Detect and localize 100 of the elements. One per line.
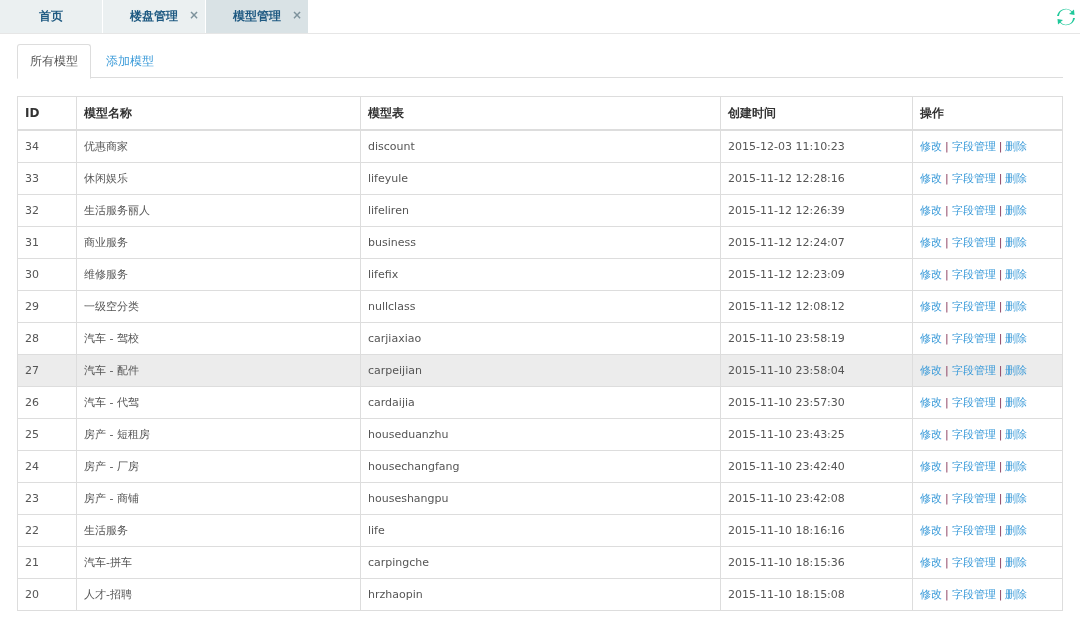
content-tab[interactable]: 添加模型 (93, 44, 167, 77)
action-link[interactable]: 删除 (1005, 428, 1028, 441)
action-link[interactable]: 删除 (1005, 396, 1028, 409)
table-cell: 2015-11-12 12:08:12 (720, 290, 913, 323)
action-link[interactable]: 字段管理 (951, 396, 996, 409)
separator-text: | (945, 204, 949, 217)
action-link[interactable]: 字段管理 (951, 300, 996, 313)
content-tab[interactable]: 所有模型 (17, 44, 91, 79)
action-link[interactable]: 字段管理 (951, 588, 996, 601)
separator-text: | (998, 556, 1003, 569)
column-header: ID (17, 96, 77, 130)
action-link[interactable]: 修改 (920, 172, 942, 185)
action-link[interactable]: 字段管理 (951, 428, 996, 441)
action-link[interactable]: 字段管理 (951, 364, 996, 377)
page-tab[interactable]: 首页 (0, 0, 103, 33)
action-link[interactable]: 字段管理 (951, 204, 996, 217)
action-link[interactable]: 修改 (920, 236, 942, 249)
separator-text: | (945, 492, 949, 505)
action-link[interactable]: 修改 (920, 460, 942, 473)
separator-text: | (945, 300, 949, 313)
table-cell: 2015-11-10 18:15:08 (720, 578, 913, 611)
action-link[interactable]: 修改 (920, 492, 942, 505)
action-link[interactable]: 删除 (1005, 236, 1028, 249)
table-cell: 2015-11-12 12:26:39 (720, 194, 913, 227)
table-cell: houseduanzhu (360, 418, 721, 451)
page-tab[interactable]: 楼盘管理 × (103, 0, 206, 33)
separator-text: | (945, 556, 949, 569)
action-link[interactable]: 字段管理 (951, 556, 996, 569)
table-cell: 26 (17, 386, 77, 419)
action-link[interactable]: 字段管理 (951, 172, 996, 185)
action-link[interactable]: 删除 (1005, 524, 1028, 537)
table-cell: 房产 - 短租房 (76, 418, 361, 451)
table-cell: 32 (17, 194, 77, 227)
action-link[interactable]: 字段管理 (951, 492, 996, 505)
action-link[interactable]: 删除 (1005, 460, 1028, 473)
action-link[interactable]: 修改 (920, 588, 942, 601)
action-link[interactable]: 修改 (920, 204, 942, 217)
action-link[interactable]: 修改 (920, 364, 942, 377)
table-cell: 27 (17, 354, 77, 387)
table-cell: discount (360, 130, 721, 163)
separator-text: | (998, 492, 1003, 505)
close-icon[interactable]: × (291, 9, 302, 21)
separator-text: | (998, 524, 1003, 537)
action-link[interactable]: 字段管理 (951, 140, 996, 153)
action-link[interactable]: 删除 (1005, 140, 1028, 153)
action-link[interactable]: 修改 (920, 396, 942, 409)
action-link[interactable]: 删除 (1005, 268, 1028, 281)
table-cell: 23 (17, 482, 77, 515)
action-link[interactable]: 删除 (1005, 492, 1028, 505)
table-cell: 2015-11-10 23:42:08 (720, 482, 913, 515)
separator-text: | (945, 172, 949, 185)
table-cell: 2015-11-10 18:15:36 (720, 546, 913, 579)
table-cell: 房产 - 商铺 (76, 482, 361, 515)
table-cell: 汽车 - 配件 (76, 354, 361, 387)
action-link[interactable]: 修改 (920, 556, 942, 569)
table-cell: 汽车-拼车 (76, 546, 361, 579)
action-link[interactable]: 修改 (920, 524, 942, 537)
separator-text: | (945, 396, 949, 409)
table-cell: 2015-11-12 12:28:16 (720, 162, 913, 195)
action-link[interactable]: 删除 (1005, 204, 1028, 217)
table-cell: 维修服务 (76, 258, 361, 291)
action-link[interactable]: 修改 (920, 268, 942, 281)
refresh-icon[interactable] (1056, 6, 1076, 27)
table-cell: lifeliren (360, 194, 721, 227)
table-cell: 汽车 - 代驾 (76, 386, 361, 419)
table-cell: nullclass (360, 290, 721, 323)
action-link[interactable]: 删除 (1005, 332, 1028, 345)
table-cell: 2015-11-12 12:23:09 (720, 258, 913, 291)
table-cell: 34 (17, 130, 77, 163)
action-link[interactable]: 修改 (920, 428, 942, 441)
column-header: 模型名称 (76, 96, 361, 130)
table-cell: 2015-11-10 23:58:19 (720, 322, 913, 355)
action-link[interactable]: 修改 (920, 300, 942, 313)
table-cell: lifefix (360, 258, 721, 291)
action-link[interactable]: 删除 (1005, 172, 1028, 185)
table-cell: carpingche (360, 546, 721, 579)
separator-text: | (945, 364, 949, 377)
column-header: 创建时间 (720, 96, 913, 130)
action-link[interactable]: 字段管理 (951, 332, 996, 345)
separator-text: | (998, 140, 1003, 153)
action-link[interactable]: 修改 (920, 332, 942, 345)
action-link[interactable]: 字段管理 (951, 268, 996, 281)
action-link[interactable]: 删除 (1005, 300, 1028, 313)
action-link[interactable]: 字段管理 (951, 460, 996, 473)
action-link[interactable]: 删除 (1005, 588, 1028, 601)
table-cell: 21 (17, 546, 77, 579)
table-cell: 生活服务丽人 (76, 194, 361, 227)
action-link[interactable]: 修改 (920, 140, 942, 153)
table-cell: 24 (17, 450, 77, 483)
table-cell: 25 (17, 418, 77, 451)
page-tab[interactable]: 模型管理 × (206, 0, 309, 33)
close-icon[interactable]: × (188, 9, 199, 21)
action-link[interactable]: 字段管理 (951, 236, 996, 249)
action-link[interactable]: 删除 (1005, 364, 1028, 377)
action-link[interactable]: 字段管理 (951, 524, 996, 537)
table-cell: 2015-11-10 23:42:40 (720, 450, 913, 483)
table-cell: housechangfang (360, 450, 721, 483)
table-cell: 商业服务 (76, 226, 361, 259)
table-cell: 22 (17, 514, 77, 547)
action-link[interactable]: 删除 (1005, 556, 1028, 569)
